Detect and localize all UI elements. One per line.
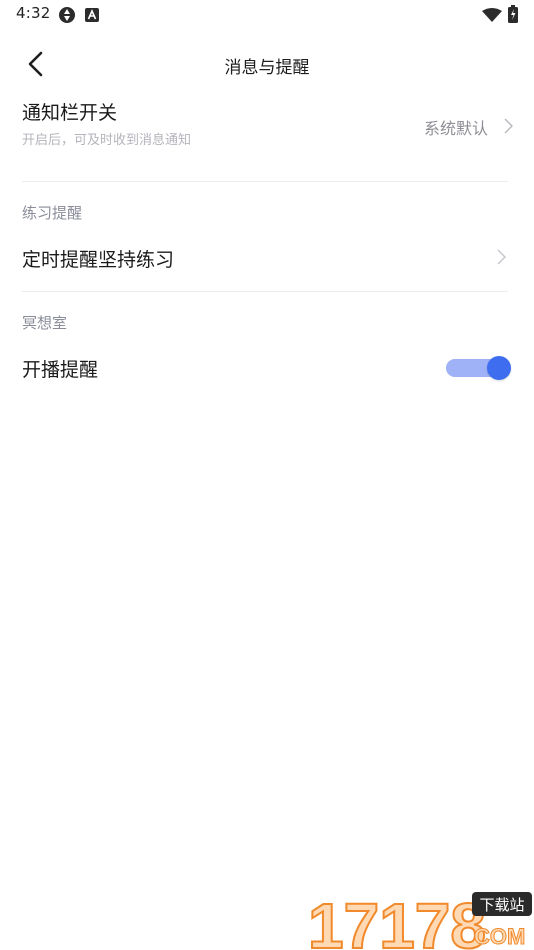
notification-switch-title: 通知栏开关: [22, 102, 118, 124]
section-label-practice: 练习提醒: [22, 204, 83, 222]
divider: [22, 291, 508, 292]
notification-switch-value: 系统默认: [423, 119, 488, 138]
scheduled-practice-reminder-title: 定时提醒坚持练习: [22, 249, 175, 271]
status-time: 4:32: [16, 4, 51, 22]
app-a-icon: [85, 7, 99, 26]
toggle-thumb: [487, 356, 511, 380]
live-start-reminder-toggle[interactable]: [444, 356, 512, 380]
wifi-icon: [482, 7, 502, 26]
watermark-logo-graphic: 17178 下载站 COM: [307, 889, 532, 950]
settings-screen: 4:32 消息与提醒 通知栏开关 开启后，可及时收到消息通知 系统默认 练习提醒…: [0, 0, 534, 950]
watermark-domain: COM: [474, 924, 525, 949]
watermark-logo: 17178 下载站 COM: [306, 886, 534, 950]
divider: [22, 181, 508, 182]
aperture-icon: [58, 6, 76, 28]
section-label-meditation: 冥想室: [22, 314, 68, 332]
status-bar: 4:32: [0, 0, 534, 28]
live-start-reminder-title: 开播提醒: [22, 359, 99, 381]
watermark-badge: 下载站: [479, 896, 524, 914]
notification-switch-subtitle: 开启后，可及时收到消息通知: [22, 133, 192, 148]
header: 消息与提醒: [0, 40, 534, 88]
watermark-number: 17178: [308, 890, 486, 950]
battery-charging-icon: [508, 5, 518, 27]
chevron-right-icon: [497, 249, 506, 265]
page-title: 消息与提醒: [224, 58, 310, 78]
chevron-right-icon: [504, 118, 513, 134]
